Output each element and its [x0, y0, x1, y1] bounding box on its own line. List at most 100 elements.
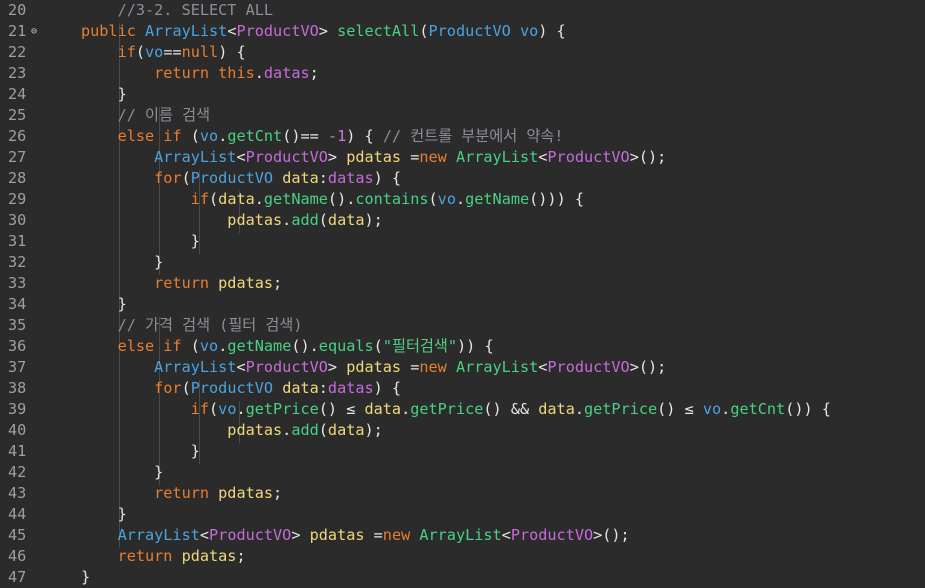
code-line[interactable]: 44 }: [0, 504, 925, 525]
code-token: ;: [273, 274, 283, 292]
code-line[interactable]: 39 if(vo.getPrice() ≤ data.getPrice() &&…: [0, 399, 925, 420]
code-line[interactable]: 45 ArrayList<ProductVO> pdatas =new Arra…: [0, 525, 925, 546]
code-text: return pdatas;: [81, 546, 246, 567]
code-line[interactable]: 41 }: [0, 441, 925, 462]
code-token: vo: [218, 400, 237, 418]
code-token: null: [181, 43, 219, 61]
code-token: }: [81, 232, 200, 250]
code-line[interactable]: 38 for(ProductVO data:datas) {: [0, 378, 925, 399]
fold-marker-icon[interactable]: ⊖: [31, 21, 37, 42]
code-line[interactable]: 30 pdatas.add(data);: [0, 210, 925, 231]
code-line[interactable]: 35 // 가격 검색 (필터 검색): [0, 315, 925, 336]
code-token: if: [81, 43, 136, 61]
code-line[interactable]: 31 }: [0, 231, 925, 252]
code-token: ProductVO: [245, 358, 328, 376]
code-token: pdatas: [218, 274, 274, 292]
code-text: ArrayList<ProductVO> pdatas =new ArrayLi…: [81, 357, 666, 378]
code-token: (: [135, 43, 146, 61]
code-token: .: [236, 400, 246, 418]
code-token: (: [373, 337, 383, 355]
code-token: ) {: [373, 379, 402, 397]
code-line[interactable]: 43 return pdatas;: [0, 483, 925, 504]
code-token: ArrayList: [81, 148, 237, 166]
code-token: pdatas: [346, 358, 411, 376]
code-token: }: [81, 568, 91, 586]
code-line[interactable]: 25 // 이름 검색: [0, 105, 925, 126]
line-number: 40: [8, 421, 27, 439]
code-line[interactable]: 20 //3-2. SELECT ALL: [0, 0, 925, 21]
code-line[interactable]: 29 if(data.getName().contains(vo.getName…: [0, 189, 925, 210]
line-number: 37: [8, 358, 27, 376]
code-token: >: [327, 148, 347, 166]
code-token: (: [190, 127, 200, 145]
code-token: pdatas: [309, 526, 374, 544]
code-token: .: [401, 400, 411, 418]
code-token: }: [81, 253, 164, 271]
code-token: ArrayList: [81, 526, 200, 544]
code-token: vo: [145, 43, 164, 61]
code-line[interactable]: 22 if(vo==null) {: [0, 42, 925, 63]
code-token: -1: [327, 127, 347, 145]
code-line[interactable]: 46 return pdatas;: [0, 546, 925, 567]
code-line[interactable]: 32 }: [0, 252, 925, 273]
code-text: }: [81, 231, 200, 252]
code-text: return pdatas;: [81, 483, 282, 504]
code-token: getCnt: [227, 127, 283, 145]
code-line[interactable]: 27 ArrayList<ProductVO> pdatas =new Arra…: [0, 147, 925, 168]
code-line[interactable]: 34 }: [0, 294, 925, 315]
code-line[interactable]: 36 else if (vo.getName().equals("필터검색"))…: [0, 336, 925, 357]
code-token: getPrice: [245, 400, 319, 418]
code-text: }: [81, 462, 163, 483]
code-token: :: [318, 379, 328, 397]
code-token: pdatas: [81, 211, 283, 229]
code-line[interactable]: 37 ArrayList<ProductVO> pdatas =new Arra…: [0, 357, 925, 378]
code-token: (: [181, 169, 191, 187]
code-token: .: [218, 337, 228, 355]
code-token: vo: [702, 400, 722, 418]
code-editor[interactable]: 20 //3-2. SELECT ALL 21 ⊖ public ArrayList<…: [0, 0, 925, 588]
code-token: pdatas: [181, 547, 237, 565]
code-token: =: [373, 526, 383, 544]
code-line[interactable]: 24 }: [0, 84, 925, 105]
code-token: if: [81, 400, 210, 418]
code-token: vo: [519, 22, 539, 40]
code-token: () &&: [483, 400, 539, 418]
code-token: (: [419, 22, 429, 40]
code-token: =: [410, 358, 420, 376]
code-token: return: [81, 547, 182, 565]
code-line[interactable]: 21 ⊖ public ArrayList<ProductVO> selectAll…: [0, 21, 925, 42]
code-token: else if: [81, 127, 191, 145]
code-token: ;: [236, 547, 246, 565]
code-line[interactable]: 26 else if (vo.getCnt()== -1) { // 컨트롤 부…: [0, 126, 925, 147]
code-line[interactable]: 40 pdatas.add(data);: [0, 420, 925, 441]
code-token: data: [282, 379, 319, 397]
code-token: pdatas: [81, 421, 283, 439]
line-number: 33: [8, 274, 27, 292]
code-token: ;: [273, 484, 283, 502]
code-token: for: [81, 379, 182, 397]
code-line[interactable]: 47}: [0, 567, 925, 588]
code-token: .: [254, 190, 264, 208]
code-token: () ≤: [318, 400, 365, 418]
code-line[interactable]: 42 }: [0, 462, 925, 483]
code-token: ) {: [373, 169, 402, 187]
code-line[interactable]: 23 return this.datas;: [0, 63, 925, 84]
code-token: "필터검색": [382, 337, 458, 355]
code-token: ()==: [282, 127, 328, 145]
line-number: 25: [8, 106, 27, 124]
line-number: 30: [8, 211, 27, 229]
code-token: // 가격 검색 (필터 검색): [81, 316, 303, 334]
code-line[interactable]: 33 return pdatas;: [0, 273, 925, 294]
code-token: .: [282, 421, 292, 439]
line-number: 44: [8, 505, 27, 523]
code-line[interactable]: 28 for(ProductVO data:datas) {: [0, 168, 925, 189]
code-text: return pdatas;: [81, 273, 282, 294]
code-token: (: [428, 190, 438, 208]
code-text: // 이름 검색: [81, 105, 210, 126]
code-token: vo: [199, 337, 219, 355]
line-number: 32: [8, 253, 27, 271]
code-token: // 이름 검색: [81, 106, 211, 124]
code-token: ProductVO: [428, 22, 520, 40]
code-text: }: [81, 567, 90, 588]
code-text: // 가격 검색 (필터 검색): [81, 315, 303, 336]
